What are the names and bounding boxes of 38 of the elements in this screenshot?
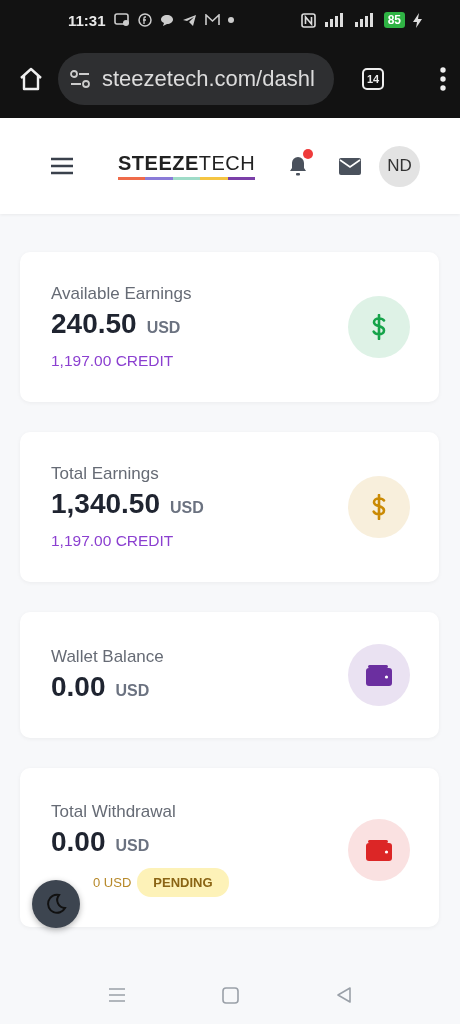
site-settings-icon[interactable] [70, 70, 90, 88]
amount: 240.50 [51, 308, 137, 340]
amount: 0.00 [51, 826, 106, 858]
currency: USD [146, 319, 181, 337]
currency: USD [170, 499, 204, 517]
user-avatar[interactable]: ND [379, 145, 420, 187]
card-label: Total Earnings [51, 464, 160, 484]
signal-icon [353, 13, 376, 27]
currency: USD [115, 837, 150, 855]
amount: 0.00 [51, 671, 106, 703]
send-icon [181, 13, 197, 27]
circle-icon [137, 13, 152, 27]
mail-icon[interactable] [339, 157, 361, 175]
menu-icon[interactable] [51, 157, 73, 175]
amount: 1,340.50 [51, 488, 160, 520]
bell-icon[interactable] [287, 155, 309, 177]
mail-icon [204, 14, 220, 26]
chat-bubble-icon [159, 13, 174, 27]
card-label: Wallet Balance [51, 647, 165, 667]
tab-count-button[interactable]: 14 [362, 68, 384, 90]
address-bar[interactable]: steezetech.com/dashl [58, 53, 334, 105]
card-label: Available Earnings [51, 284, 193, 304]
battery-level: 85 [383, 12, 405, 28]
dot-icon [227, 17, 234, 23]
more-icon[interactable] [440, 67, 446, 91]
signal-icon [323, 13, 346, 27]
nfc-icon [300, 12, 316, 28]
pending-amount: 0 USD [93, 875, 132, 890]
moon-icon [45, 893, 67, 915]
credit-amount: 1,197.00 CREDIT [51, 532, 175, 550]
message-icon [113, 13, 130, 27]
status-badge: PENDING [137, 868, 229, 897]
credit-amount: 1,197.00 CREDIT [51, 352, 175, 370]
charging-icon [413, 12, 422, 28]
status-time: 11:31 [68, 11, 106, 29]
card-label: Total Withdrawal [51, 802, 177, 822]
brand-logo[interactable]: STEEZETECH [118, 152, 256, 180]
currency: USD [115, 682, 150, 700]
